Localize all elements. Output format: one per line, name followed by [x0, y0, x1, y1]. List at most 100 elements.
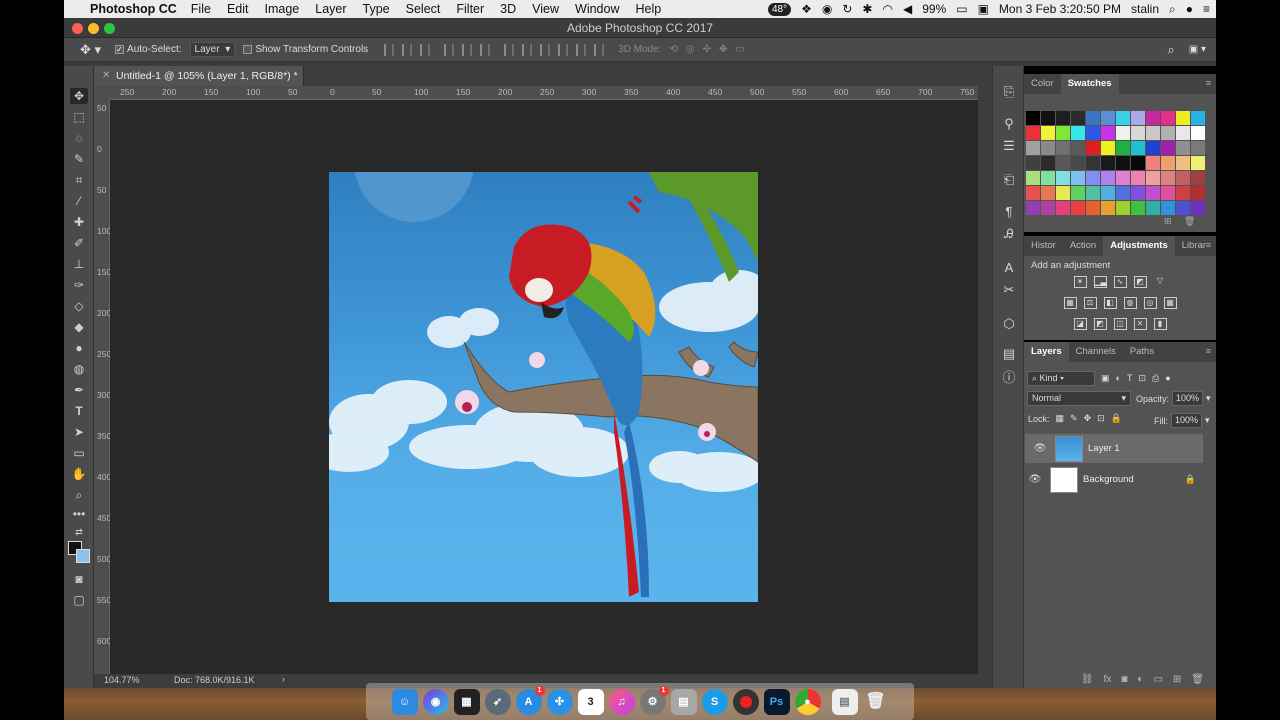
crop-tool-icon[interactable]: ⌗ [70, 172, 88, 188]
color-swatch[interactable] [1176, 141, 1190, 155]
lasso-tool-icon[interactable]: ◌ [70, 130, 88, 146]
launchpad-icon[interactable]: ➶ [484, 688, 511, 715]
distribute-bottom-icon[interactable] [540, 43, 551, 56]
delete-layer-icon[interactable]: 🗑 [1191, 674, 1204, 685]
channel-mixer-icon[interactable]: ◎ [1143, 297, 1157, 309]
display-icon[interactable]: ▣ [978, 2, 989, 16]
color-swatch[interactable] [1161, 186, 1175, 200]
color-swatch[interactable] [1101, 141, 1115, 155]
layer-style-icon[interactable]: fx [1104, 674, 1112, 685]
creative-cloud-icon[interactable]: ◉ [822, 2, 832, 16]
color-swatch[interactable] [1191, 126, 1205, 140]
color-swatch[interactable] [1086, 141, 1100, 155]
filter-toggle-icon[interactable]: ● [1165, 373, 1170, 383]
brush-tool-icon[interactable]: ✐ [70, 235, 88, 251]
clone-source-icon[interactable]: ⎗ [1001, 172, 1017, 188]
color-swatch[interactable] [1026, 141, 1040, 155]
horizontal-ruler[interactable]: 250 200 150 100 50 0 50 100 150 200 250 300 350 400 45… [110, 86, 978, 100]
distribute-hcenter-icon[interactable] [576, 43, 587, 56]
wifi-icon[interactable]: ◠ [882, 2, 892, 16]
zoom-window-icon[interactable] [104, 23, 115, 34]
canvas-artwork[interactable] [329, 172, 758, 602]
levels-icon[interactable]: ▁▃ [1093, 276, 1107, 288]
menu-file[interactable]: File [191, 2, 211, 16]
properties-icon[interactable]: ☰ [1001, 138, 1017, 154]
panel-menu-icon[interactable]: ≡ [1206, 240, 1211, 250]
paint-bucket-tool-icon[interactable]: ◆ [70, 319, 88, 335]
layer-name[interactable]: Layer 1 [1088, 443, 1120, 454]
chrome-icon[interactable]: ● [794, 688, 821, 715]
itunes-icon[interactable]: ♫ [608, 688, 635, 715]
color-swatch[interactable] [1176, 201, 1190, 215]
battery-percent[interactable]: 99% [922, 2, 946, 16]
finder-icon[interactable]: ☺ [391, 688, 418, 715]
color-swatch[interactable] [1116, 171, 1130, 185]
app-menu[interactable]: Photoshop CC [90, 2, 177, 16]
color-swatch[interactable] [1056, 156, 1070, 170]
quick-mask-icon[interactable]: ◙ [70, 571, 88, 587]
color-swatch[interactable] [1176, 111, 1190, 125]
color-swatch[interactable] [1101, 201, 1115, 215]
menu-type[interactable]: Type [363, 2, 390, 16]
color-swatch[interactable] [1161, 141, 1175, 155]
color-swatch[interactable] [1071, 201, 1085, 215]
menu-edit[interactable]: Edit [227, 2, 249, 16]
visibility-eye-icon[interactable]: 👁 [1024, 474, 1046, 485]
quick-select-tool-icon[interactable]: ✎ [70, 151, 88, 167]
color-swatch[interactable] [1146, 126, 1160, 140]
trash-icon[interactable]: 🗑 [863, 689, 889, 715]
color-swatch[interactable] [1161, 156, 1175, 170]
visibility-eye-icon[interactable]: 👁 [1029, 443, 1051, 454]
filter-shape-icon[interactable]: ⊡ [1138, 373, 1146, 384]
color-swatch[interactable] [1176, 126, 1190, 140]
menu-window[interactable]: Window [575, 2, 619, 16]
swap-colors-icon[interactable]: ⇄ [70, 524, 88, 540]
show-transform-checkbox[interactable] [243, 45, 253, 54]
lock-transparent-icon[interactable]: ▦ [1056, 413, 1065, 424]
new-adjustment-layer-icon[interactable]: ◐ [1137, 674, 1143, 685]
screen-mode-icon[interactable]: ▢ [70, 592, 88, 608]
distribute-right-icon[interactable] [594, 43, 605, 56]
dodge-tool-icon[interactable]: ◍ [70, 361, 88, 377]
color-swatch[interactable] [1041, 111, 1055, 125]
volume-icon[interactable]: ◀ [903, 2, 912, 16]
tab-layers[interactable]: Layers [1024, 342, 1069, 362]
filter-type-icon[interactable]: T [1127, 373, 1133, 383]
color-swatch[interactable] [1086, 156, 1100, 170]
zoom-tool-icon[interactable]: ⌕ [70, 487, 88, 503]
color-swatch[interactable] [1086, 126, 1100, 140]
posterize-icon[interactable]: ◩ [1093, 318, 1107, 330]
color-swatch[interactable] [1026, 201, 1040, 215]
color-swatch[interactable] [1146, 141, 1160, 155]
healing-brush-tool-icon[interactable]: ✚ [70, 214, 88, 230]
color-swatch[interactable] [1041, 126, 1055, 140]
color-swatch[interactable] [1101, 171, 1115, 185]
screen-recorder-icon[interactable] [732, 688, 759, 715]
hand-tool-icon[interactable]: ✋ [70, 466, 88, 482]
color-swatch[interactable] [1116, 111, 1130, 125]
color-swatch[interactable] [1116, 186, 1130, 200]
color-swatch[interactable] [1146, 171, 1160, 185]
align-top-icon[interactable] [384, 43, 395, 56]
color-swatch[interactable] [1071, 126, 1085, 140]
user-name[interactable]: stalin [1131, 2, 1159, 16]
align-hcenter-icon[interactable] [462, 43, 473, 56]
layer-name[interactable]: Background [1083, 474, 1134, 485]
notification-center-icon[interactable]: ≡ [1203, 2, 1210, 16]
temperature-badge[interactable]: 48° [767, 2, 792, 16]
info-icon[interactable]: ⓘ [1001, 370, 1017, 386]
color-swatch[interactable] [1071, 111, 1085, 125]
color-swatch[interactable] [1116, 156, 1130, 170]
color-swatch[interactable] [1176, 171, 1190, 185]
color-swatch[interactable] [1056, 111, 1070, 125]
curves-icon[interactable]: ∿ [1113, 276, 1127, 288]
color-swatch[interactable] [1146, 186, 1160, 200]
layer-thumbnail[interactable] [1055, 435, 1083, 462]
marquee-tool-icon[interactable]: ⬚ [70, 109, 88, 125]
rectangle-tool-icon[interactable]: ▭ [70, 445, 88, 461]
minimize-window-icon[interactable] [88, 23, 99, 34]
character-styles-icon[interactable]: Ꭿ [1001, 226, 1017, 242]
show-transform-toggle[interactable]: Show Transform Controls [243, 44, 368, 55]
photoshop-icon[interactable]: Ps [763, 688, 790, 715]
color-swatch[interactable] [1026, 156, 1040, 170]
